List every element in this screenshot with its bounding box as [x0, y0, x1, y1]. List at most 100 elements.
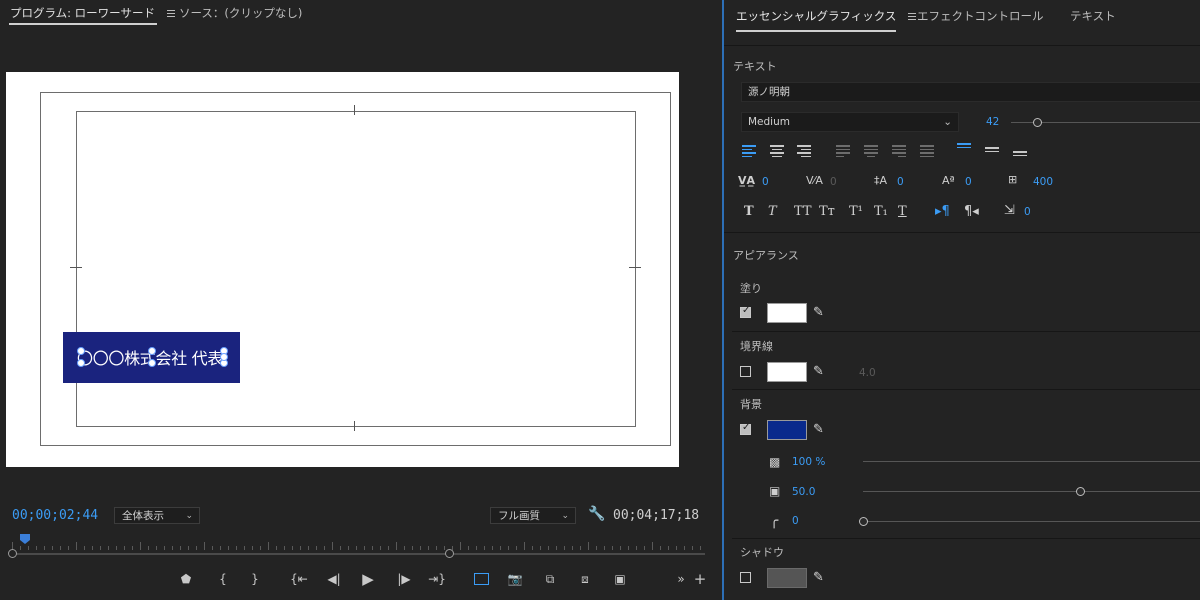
transform-handle[interactable]: [148, 347, 156, 355]
tab-effect-controls[interactable]: エフェクトコントロール: [917, 8, 1044, 24]
stroke-width-value[interactable]: 4.0: [859, 367, 876, 379]
justify-all-icon[interactable]: [920, 145, 934, 157]
export-frame-icon[interactable]: 📷: [506, 570, 524, 588]
ruler-tick: [108, 546, 109, 550]
all-caps-icon[interactable]: TT: [794, 204, 812, 220]
stroke-checkbox[interactable]: [740, 366, 751, 377]
superscript-icon[interactable]: T¹: [849, 204, 863, 220]
tab-text[interactable]: テキスト: [1070, 8, 1116, 24]
ltr-direction-icon[interactable]: ▸¶: [935, 204, 950, 220]
background-checkbox[interactable]: [740, 422, 751, 435]
eyedropper-icon[interactable]: ✎: [813, 305, 824, 320]
ruler-tick: [132, 546, 133, 550]
tsume-value[interactable]: 400: [1033, 176, 1053, 188]
justify-left-icon[interactable]: [836, 145, 850, 157]
faux-italic-icon[interactable]: T: [768, 204, 777, 220]
add-icon[interactable]: +: [691, 570, 709, 588]
kerning-icon[interactable]: V̲A̲: [738, 173, 755, 189]
shadow-color-swatch[interactable]: [767, 568, 807, 588]
stroke-color-swatch[interactable]: [767, 362, 807, 382]
tab-program[interactable]: プログラム: ローワーサード: [10, 5, 175, 21]
mark-out-icon[interactable]: }: [246, 570, 264, 588]
ruler-tick: [316, 546, 317, 550]
tab-width-value[interactable]: 0: [1024, 206, 1031, 218]
baseline-shift-value[interactable]: 0: [965, 176, 972, 188]
scroll-end-handle[interactable]: [445, 549, 454, 558]
background-size-value[interactable]: 50.0: [792, 486, 815, 498]
faux-bold-icon[interactable]: T: [744, 204, 754, 220]
corner-radius-value[interactable]: 0: [792, 515, 799, 527]
program-viewer[interactable]: 〇〇〇株式会社 代表: [6, 72, 679, 467]
mark-in-icon[interactable]: {: [214, 570, 232, 588]
font-size-slider[interactable]: [1011, 118, 1200, 127]
scroll-start-handle[interactable]: [8, 549, 17, 558]
shadow-checkbox[interactable]: [740, 572, 751, 583]
underline-icon[interactable]: T: [898, 204, 907, 220]
go-to-out-icon[interactable]: ⇥}: [428, 570, 446, 588]
comparison-view-icon[interactable]: ▣: [611, 570, 629, 588]
background-color-swatch[interactable]: [767, 420, 807, 440]
kerning-value[interactable]: 0: [762, 176, 769, 188]
tab-source[interactable]: ソース：(クリップなし): [179, 5, 302, 21]
overwrite-icon[interactable]: ⧈: [576, 570, 594, 588]
more-icon[interactable]: »: [672, 570, 690, 588]
tsume-icon[interactable]: ⊞: [1008, 172, 1017, 188]
background-opacity-value[interactable]: 100 %: [792, 456, 825, 468]
background-opacity-slider[interactable]: [863, 461, 1200, 462]
slider-knob[interactable]: [1076, 487, 1085, 496]
eyedropper-icon[interactable]: ✎: [813, 364, 824, 379]
step-back-icon[interactable]: ◀|: [325, 570, 343, 588]
safe-margins-icon[interactable]: [472, 570, 490, 588]
marker-icon[interactable]: ⬟: [177, 570, 195, 588]
fill-color-swatch[interactable]: [767, 303, 807, 323]
tracking-icon[interactable]: V⁄A: [806, 173, 823, 189]
tab-essential-graphics[interactable]: エッセンシャルグラフィックス: [736, 8, 917, 24]
leading-value[interactable]: 0: [897, 176, 904, 188]
transform-handle[interactable]: [220, 353, 228, 361]
playback-quality-dropdown[interactable]: フル画質 ⌄: [490, 507, 576, 524]
panel-menu-icon[interactable]: [908, 11, 917, 22]
align-center-icon[interactable]: [770, 145, 784, 157]
align-bottom-icon[interactable]: [1013, 151, 1027, 161]
go-to-in-icon[interactable]: {⇤: [290, 570, 308, 588]
current-timecode[interactable]: 00;00;02;44: [12, 508, 98, 523]
align-top-icon[interactable]: [957, 143, 971, 153]
tracking-value[interactable]: 0: [830, 176, 837, 188]
small-caps-icon[interactable]: Tᴛ: [819, 204, 835, 220]
corner-radius-slider[interactable]: [859, 517, 1200, 526]
background-size-slider[interactable]: [863, 487, 1200, 496]
slider-knob[interactable]: [859, 517, 868, 526]
baseline-shift-icon[interactable]: Aª: [942, 173, 955, 189]
tab-width-icon[interactable]: ⇲: [1004, 203, 1015, 219]
time-ruler[interactable]: [12, 536, 704, 550]
transform-handle[interactable]: [77, 359, 85, 367]
align-middle-icon[interactable]: [985, 147, 999, 157]
insert-icon[interactable]: ⧉: [541, 570, 559, 588]
transform-handle[interactable]: [77, 347, 85, 355]
font-family-field[interactable]: 源ノ明朝: [741, 82, 1200, 102]
lower-third-graphic[interactable]: 〇〇〇株式会社 代表: [63, 332, 240, 383]
ruler-tick: [404, 546, 405, 550]
rtl-direction-icon[interactable]: ¶◂: [964, 204, 979, 220]
transform-handle[interactable]: [148, 359, 156, 367]
step-forward-icon[interactable]: |▶: [395, 570, 413, 588]
fill-checkbox[interactable]: [740, 305, 751, 318]
section-title-appearance: アピアランス: [733, 249, 799, 262]
panel-menu-icon[interactable]: [166, 8, 175, 19]
eyedropper-icon[interactable]: ✎: [813, 570, 824, 585]
subscript-icon[interactable]: T₁: [874, 204, 888, 220]
eyedropper-icon[interactable]: ✎: [813, 422, 824, 437]
zoom-dropdown[interactable]: 全体表示 ⌄: [114, 507, 200, 524]
justify-center-icon[interactable]: [864, 145, 878, 157]
ruler-tick: [508, 546, 509, 550]
font-style-dropdown[interactable]: Medium ⌄: [741, 112, 959, 132]
slider-knob[interactable]: [1033, 118, 1042, 127]
justify-right-icon[interactable]: [892, 145, 906, 157]
align-left-icon[interactable]: [742, 145, 756, 157]
zoom-scrollbar[interactable]: [8, 549, 705, 558]
align-right-icon[interactable]: [797, 145, 811, 157]
wrench-icon[interactable]: 🔧: [588, 506, 605, 522]
font-size-value[interactable]: 42: [986, 116, 999, 128]
play-icon[interactable]: ▶: [359, 570, 377, 588]
leading-icon[interactable]: ‡A: [874, 173, 887, 189]
